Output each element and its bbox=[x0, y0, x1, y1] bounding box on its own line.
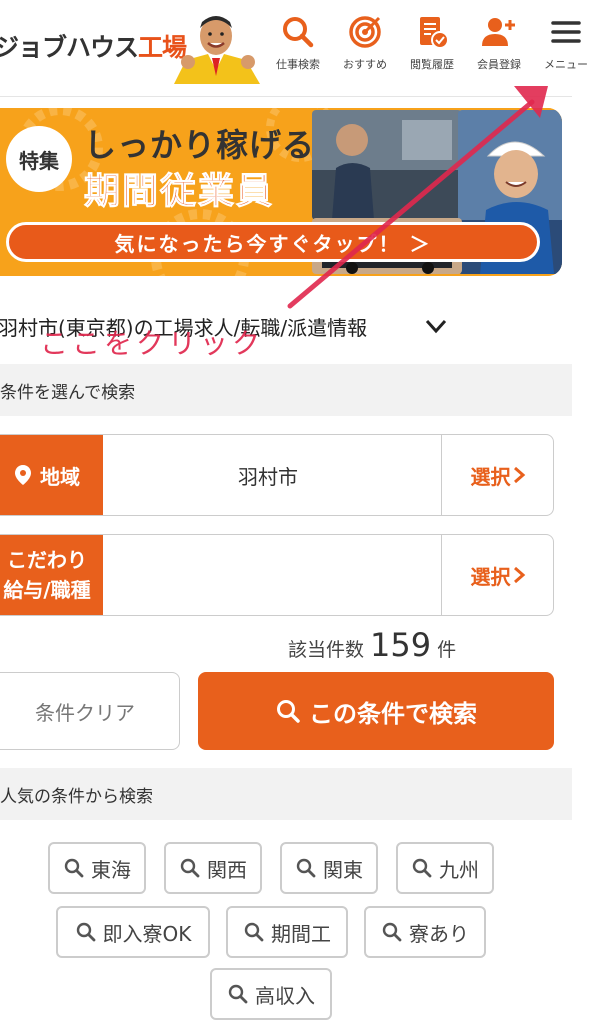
chevron-down-icon[interactable] bbox=[424, 316, 448, 336]
area-value: 羽村市 bbox=[238, 464, 298, 489]
clear-conditions-button[interactable]: 条件クリア bbox=[0, 672, 180, 750]
search-icon bbox=[382, 922, 402, 942]
mascot-illustration bbox=[174, 16, 260, 84]
banner-cta-button[interactable]: 気になったら今すぐタップ！ ＞ bbox=[6, 222, 540, 262]
logo-text: ジョブハウス bbox=[0, 33, 139, 62]
chevron-right-icon bbox=[513, 566, 525, 584]
chip-immediate-dorm[interactable]: 即入寮OK bbox=[56, 906, 210, 958]
preference-tag-line2: 給与/職種 bbox=[3, 578, 91, 602]
result-count: 該当件数 159 件 bbox=[288, 626, 456, 664]
nav-job-search[interactable]: 仕事検索 bbox=[266, 14, 330, 72]
search-icon bbox=[412, 858, 432, 878]
search-icon bbox=[64, 858, 84, 878]
chip-label: 東海 bbox=[91, 857, 131, 882]
chip-label: 期間工 bbox=[271, 921, 331, 946]
add-user-icon bbox=[482, 18, 515, 46]
nav-label: 閲覧履歴 bbox=[410, 58, 454, 71]
popular-subhead: 人気の条件から検索 bbox=[0, 768, 572, 820]
preference-tag-line1: こだわり bbox=[7, 548, 87, 572]
chip-seasonal-worker[interactable]: 期間工 bbox=[226, 906, 348, 958]
banner-headline: しっかり稼げる bbox=[84, 126, 316, 164]
nav-label: 仕事検索 bbox=[276, 58, 320, 71]
location-pin-icon bbox=[15, 465, 31, 485]
search-subhead: 条件を選んで検索 bbox=[0, 364, 572, 416]
nav-label: 会員登録 bbox=[477, 58, 521, 71]
area-condition-row[interactable]: 地域 羽村市 選択 bbox=[0, 434, 554, 516]
search-icon bbox=[180, 858, 200, 878]
preference-tag: こだわり 給与/職種 bbox=[0, 535, 103, 615]
select-label: 選択 bbox=[470, 464, 511, 489]
search-icon bbox=[283, 17, 314, 48]
site-logo[interactable]: ジョブハウス工場 bbox=[0, 28, 187, 64]
hamburger-menu-icon bbox=[551, 21, 581, 43]
worker-photo bbox=[312, 110, 462, 220]
chevron-right-icon bbox=[513, 466, 525, 484]
nav-label: おすすめ bbox=[343, 58, 387, 71]
search-icon bbox=[244, 922, 264, 942]
nav-label: メニュー bbox=[544, 58, 588, 71]
feature-badge: 特集 bbox=[6, 126, 72, 192]
chip-label: 即入寮OK bbox=[102, 921, 192, 946]
target-icon bbox=[349, 16, 381, 48]
search-submit-button[interactable]: この条件で検索 bbox=[198, 672, 554, 750]
chip-kyushu[interactable]: 九州 bbox=[396, 842, 494, 894]
chip-label: 寮あり bbox=[409, 921, 469, 946]
search-icon bbox=[277, 700, 300, 723]
nav-menu[interactable]: メニュー bbox=[534, 14, 596, 72]
preference-condition-row[interactable]: こだわり 給与/職種 選択 bbox=[0, 534, 554, 616]
search-icon bbox=[296, 858, 316, 878]
header-divider bbox=[0, 96, 572, 97]
nav-history[interactable]: 閲覧履歴 bbox=[400, 14, 464, 72]
preference-select-button[interactable]: 選択 bbox=[442, 535, 553, 615]
preference-value bbox=[103, 535, 433, 615]
nav-register[interactable]: 会員登録 bbox=[467, 14, 531, 72]
chip-tokai[interactable]: 東海 bbox=[48, 842, 146, 894]
chip-label: 関東 bbox=[323, 857, 363, 882]
area-tag-label: 地域 bbox=[40, 464, 80, 489]
area-select-button[interactable]: 選択 bbox=[442, 435, 553, 515]
count-number: 159 bbox=[370, 626, 432, 664]
chip-label: 九州 bbox=[439, 857, 479, 882]
chip-label: 関西 bbox=[207, 857, 247, 882]
nav-recommend[interactable]: おすすめ bbox=[333, 14, 397, 72]
chip-high-income[interactable]: 高収入 bbox=[210, 968, 332, 1020]
chip-with-dorm[interactable]: 寮あり bbox=[364, 906, 486, 958]
annotation-click-here: ここをクリック bbox=[40, 327, 265, 360]
banner-highlight: 期間従業員 bbox=[83, 171, 275, 213]
history-doc-icon bbox=[420, 17, 449, 49]
count-unit: 件 bbox=[437, 639, 457, 661]
chip-label: 高収入 bbox=[255, 983, 315, 1008]
area-tag: 地域 bbox=[0, 435, 103, 515]
search-icon bbox=[228, 984, 248, 1004]
chip-kansai[interactable]: 関西 bbox=[164, 842, 262, 894]
select-label: 選択 bbox=[470, 564, 511, 589]
count-label: 該当件数 bbox=[288, 639, 365, 661]
chip-kanto[interactable]: 関東 bbox=[280, 842, 378, 894]
search-icon bbox=[76, 922, 95, 942]
search-submit-label: この条件で検索 bbox=[309, 699, 477, 728]
header: ジョブハウス工場 仕事検索 おすすめ 閲覧履歴 会員登録 メニュー bbox=[0, 0, 596, 96]
